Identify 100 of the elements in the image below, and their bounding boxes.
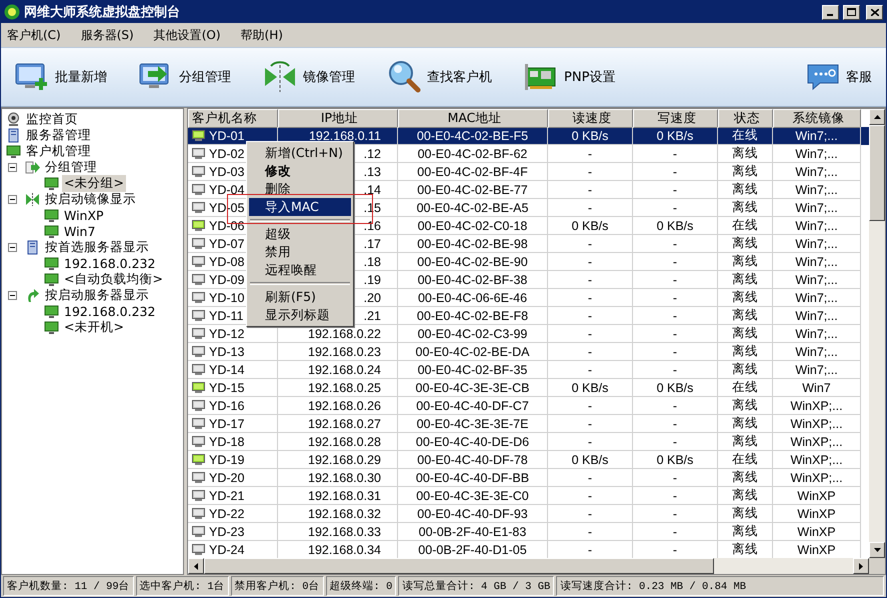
context-menu-item[interactable]: 修改	[249, 162, 351, 180]
table-cell: -	[588, 254, 592, 268]
minus-icon	[10, 164, 15, 170]
context-menu-item[interactable]: 导入MAC	[249, 198, 351, 216]
table-cell: WinXP;...	[790, 416, 843, 430]
tree-item[interactable]: 192.168.0.232	[62, 256, 158, 270]
right-arrow-icon	[859, 562, 863, 570]
down-arrow-icon	[874, 548, 880, 552]
server-icon	[6, 128, 21, 142]
collapse-toggle[interactable]	[8, 242, 17, 252]
column-header[interactable]: 系统镜像	[773, 109, 861, 128]
table-cell: WinXP;...	[790, 470, 843, 484]
arrow-icon	[25, 160, 40, 174]
table-cell: -	[672, 362, 678, 376]
table-cell: .17	[364, 236, 381, 250]
collapse-toggle[interactable]	[8, 194, 17, 204]
curved-arrow-icon	[25, 288, 40, 302]
tree-item[interactable]: 服务器管理	[24, 126, 93, 144]
vertical-scrollbar[interactable]	[869, 109, 885, 558]
table-cell: 0 KB/s	[656, 218, 694, 232]
context-menu-item[interactable]: 删除	[249, 180, 351, 198]
table-cell: 00-E0-4C-02-BF-62	[418, 146, 528, 160]
tree-item[interactable]: <未分组>	[62, 174, 126, 192]
tree-item[interactable]: 按首选服务器显示	[43, 238, 151, 256]
toolbar-button[interactable]: PNP设置	[520, 58, 620, 96]
table-cell: 离线	[732, 541, 758, 558]
close-button[interactable]	[866, 4, 883, 20]
scrollbar-thumb[interactable]	[204, 558, 714, 574]
toolbar-button[interactable]: 镜像管理	[259, 58, 359, 96]
table-cell: -	[588, 362, 592, 376]
table-cell: -	[588, 326, 592, 340]
table-cell: 192.168.0.29	[308, 452, 381, 466]
status-field: 超级终端: 0	[326, 576, 396, 596]
horizontal-scrollbar[interactable]	[188, 558, 885, 574]
table-cell: -	[588, 524, 592, 538]
table-cell: WinXP	[797, 506, 836, 520]
column-header[interactable]: MAC地址	[398, 109, 548, 128]
monitor-icon	[44, 304, 59, 318]
maximize-icon	[847, 8, 856, 16]
table-cell: Win7;...	[795, 128, 838, 142]
menu-item[interactable]: 服务器(S)	[80, 26, 134, 44]
minimize-button[interactable]	[822, 4, 839, 20]
context-menu-item[interactable]: 显示列标题	[249, 306, 351, 324]
table-cell: .14	[364, 182, 381, 196]
table-cell: -	[672, 290, 678, 304]
close-icon	[870, 8, 878, 16]
table-cell: -	[672, 254, 678, 268]
table-cell: 00-E0-4C-02-BF-35	[418, 362, 528, 376]
toolbar-button[interactable]: 分组管理	[135, 58, 235, 96]
tree-item[interactable]: 监控首页	[24, 110, 80, 128]
status-field: 客户机数量: 11 / 99台	[3, 576, 134, 596]
table-cell: 离线	[732, 487, 758, 504]
tree-item[interactable]: <自动负载均衡>	[62, 270, 165, 288]
maximize-button[interactable]	[843, 4, 860, 20]
status-field: 读写总量合计: 4 GB / 3 GB	[398, 576, 554, 596]
table-cell: 离线	[732, 181, 758, 198]
table-cell: 离线	[732, 289, 758, 306]
collapse-toggle[interactable]	[8, 290, 17, 300]
tree-item[interactable]: 按启动镜像显示	[43, 190, 138, 208]
table-cell: 离线	[732, 199, 758, 216]
context-menu-item[interactable]: 刷新(F5)	[249, 288, 351, 306]
column-header[interactable]: 客户机名称	[188, 109, 278, 128]
tree-item[interactable]: Win7	[62, 224, 98, 238]
menu-item[interactable]: 客户机(C)	[7, 26, 61, 44]
column-header[interactable]: 写速度	[633, 109, 718, 128]
table-cell: -	[588, 434, 592, 448]
menu-item[interactable]: 帮助(H)	[240, 26, 283, 44]
monitor-icon	[44, 224, 59, 238]
tree-item[interactable]: 按启动服务器显示	[43, 286, 151, 304]
tree-item[interactable]: 分组管理	[43, 158, 99, 176]
table-cell: -	[672, 326, 678, 340]
table-cell: Win7;...	[795, 164, 838, 178]
table-cell: 离线	[732, 505, 758, 522]
scrollbar-thumb[interactable]	[869, 125, 885, 221]
collapse-toggle[interactable]	[8, 162, 17, 172]
table-cell: -	[588, 182, 592, 196]
menu-item[interactable]: 其他设置(O)	[154, 26, 221, 44]
tree-item[interactable]: 客户机管理	[24, 142, 93, 160]
column-header[interactable]: 状态	[718, 109, 773, 128]
table-cell: YD-15	[209, 380, 244, 394]
table-cell: YD-08	[209, 254, 244, 268]
table-cell: .19	[364, 272, 381, 286]
table-cell: 192.168.0.22	[308, 326, 381, 340]
toolbar-button[interactable]: 客服	[802, 58, 876, 96]
table-cell: YD-04	[209, 182, 244, 196]
table-cell: 192.168.0.24	[308, 362, 381, 376]
toolbar-button[interactable]: 查找客户机	[383, 58, 496, 96]
tree-item[interactable]: WinXP	[62, 208, 106, 222]
toolbar-button[interactable]: 批量新增	[11, 58, 111, 96]
tree-item[interactable]: 192.168.0.232	[62, 304, 158, 318]
table-cell: 离线	[732, 361, 758, 378]
table-cell: 离线	[732, 271, 758, 288]
table-cell: 离线	[732, 397, 758, 414]
table-row[interactable]: YD-01 192.168.0.11 00-E0-4C-02-BE-F5 0 KB/s 0 KB/s 在线 Win7;...	[188, 127, 869, 145]
status-field: 读写速度合计: 0.23 MB / 0.84 MB	[556, 576, 884, 596]
column-header[interactable]: IP地址	[278, 109, 398, 128]
context-menu-item[interactable]: 新增(Ctrl+N)	[249, 144, 351, 162]
tree-item[interactable]: <未开机>	[62, 318, 126, 336]
column-header[interactable]: 读速度	[548, 109, 633, 128]
table-cell: Win7;...	[795, 344, 838, 358]
